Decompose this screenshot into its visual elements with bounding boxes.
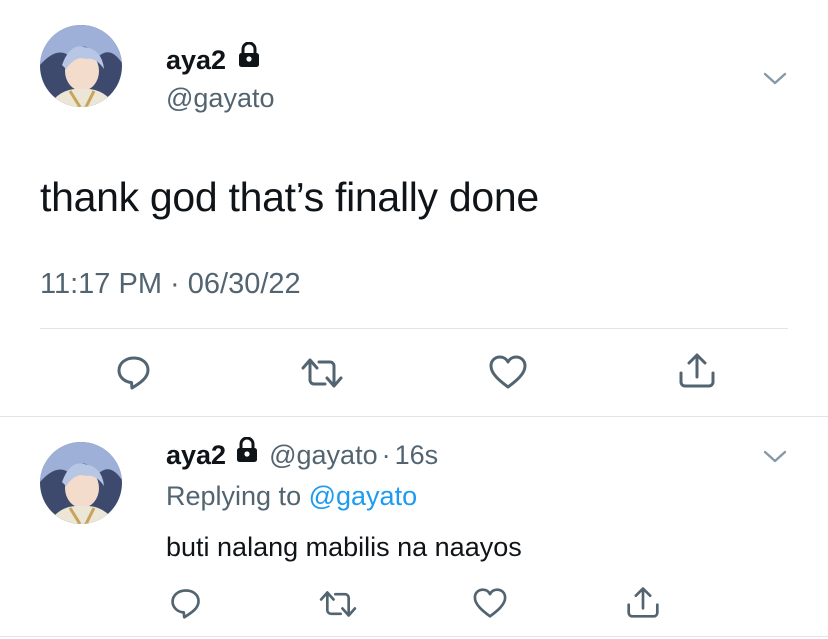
timestamp-separator: ·: [381, 440, 391, 470]
heart-icon: [489, 355, 527, 389]
lock-icon: [238, 41, 260, 75]
like-button[interactable]: [488, 354, 528, 390]
reply-icon: [117, 356, 150, 390]
divider: [0, 416, 828, 417]
author-handle[interactable]: @gayato: [166, 82, 274, 114]
tweet-age[interactable]: 16s: [395, 440, 439, 470]
retweet-button[interactable]: [318, 588, 358, 620]
author-name[interactable]: aya2: [166, 41, 260, 76]
timestamp-separator: ·: [170, 268, 180, 300]
tweet-time: 11:17 PM: [40, 268, 162, 300]
avatar[interactable]: [40, 25, 122, 107]
share-icon: [627, 587, 659, 618]
retweet-icon: [301, 358, 343, 388]
tweet-timestamp[interactable]: 11:17 PM · 06/30/22: [40, 266, 301, 302]
retweet-icon: [319, 591, 357, 617]
heart-icon: [473, 588, 507, 618]
reply-icon: [171, 589, 200, 619]
share-icon: [679, 353, 715, 388]
reply-button[interactable]: [169, 586, 203, 620]
like-button[interactable]: [472, 587, 508, 619]
display-name[interactable]: aya2: [166, 440, 226, 470]
tweet-menu-button[interactable]: [761, 444, 789, 468]
share-button[interactable]: [625, 585, 661, 619]
tweet-date: 06/30/22: [187, 268, 301, 300]
chevron-down-icon: [763, 450, 787, 463]
avatar[interactable]: [40, 442, 122, 524]
divider: [40, 328, 788, 329]
reply-text: buti nalang mabilis na naayos: [166, 532, 522, 562]
tweet-menu-button[interactable]: [761, 66, 789, 90]
replying-to-label: Replying to: [166, 481, 302, 511]
lock-icon: [236, 436, 258, 470]
reply-button[interactable]: [115, 353, 153, 391]
author-handle[interactable]: @gayato: [269, 440, 377, 470]
tweet-text: thank god that’s finally done: [40, 174, 539, 220]
replying-to-handle[interactable]: @gayato: [309, 481, 417, 511]
share-button[interactable]: [677, 351, 717, 389]
retweet-button[interactable]: [300, 355, 344, 391]
chevron-down-icon: [763, 72, 787, 85]
display-name: aya2: [166, 45, 227, 75]
reply-header: aya2 @gayato · 16s: [166, 436, 439, 471]
divider: [0, 636, 828, 637]
replying-to: Replying to @gayato: [166, 480, 417, 512]
